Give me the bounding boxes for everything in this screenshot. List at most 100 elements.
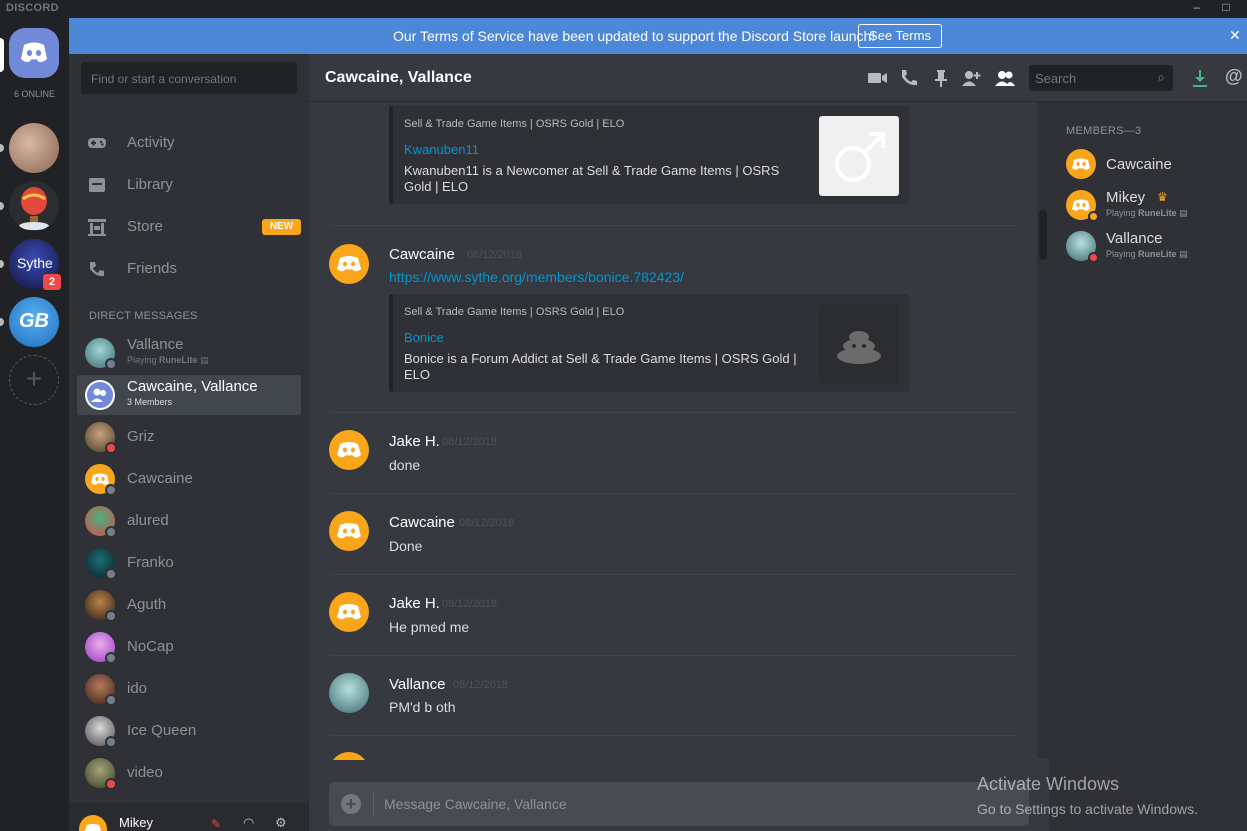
member-item-vallance[interactable]: Vallance Playing RuneLite ▤ bbox=[1057, 225, 1247, 265]
dm-item-video[interactable]: video bbox=[77, 753, 301, 793]
video-call-icon[interactable] bbox=[867, 67, 889, 89]
scrollbar-thumb[interactable] bbox=[1039, 210, 1047, 260]
attach-plus-icon[interactable]: + bbox=[341, 794, 361, 814]
message-divider bbox=[329, 574, 1017, 575]
group-icon bbox=[87, 382, 113, 408]
conversation-search-input[interactable]: Find or start a conversation bbox=[81, 62, 297, 94]
activity-prefix: Playing bbox=[1106, 249, 1136, 259]
message-group: Vallance 08/12/2018 PM'd b oth bbox=[309, 671, 1017, 731]
voice-call-icon[interactable] bbox=[898, 67, 920, 89]
nav-friends[interactable]: Friends bbox=[77, 250, 301, 288]
message-author[interactable]: Vallance bbox=[389, 676, 445, 693]
watermark-subtitle: Go to Settings to activate Windows. bbox=[977, 801, 1198, 817]
nav-store[interactable]: Store NEW bbox=[77, 208, 301, 246]
server-icon-gb[interactable]: GB bbox=[9, 297, 59, 347]
discord-default-avatar-icon bbox=[85, 823, 101, 831]
active-server-indicator bbox=[0, 38, 4, 72]
dm-item-franko[interactable]: Franko bbox=[77, 543, 301, 583]
message-link[interactable]: https://www.sythe.org/members/bonice.782… bbox=[389, 269, 684, 285]
member-list-icon[interactable] bbox=[994, 67, 1016, 89]
message-timestamp: 08/12/2018 bbox=[453, 679, 509, 691]
message-list: Sell & Trade Game Items | OSRS Gold | EL… bbox=[309, 102, 1037, 760]
member-item-cawcaine[interactable]: Cawcaine bbox=[1057, 143, 1247, 183]
username: Mikey bbox=[119, 815, 153, 830]
embed-thumbnail[interactable] bbox=[819, 116, 899, 196]
message-timestamp: 08/12/2018 bbox=[442, 436, 498, 448]
online-count: 6 ONLINE bbox=[13, 89, 55, 99]
add-friend-icon[interactable] bbox=[960, 67, 982, 89]
close-banner-icon[interactable]: ✕ bbox=[1229, 27, 1241, 44]
server-icon-2[interactable] bbox=[9, 181, 59, 231]
dm-name: ido bbox=[127, 680, 148, 697]
dm-item-griz[interactable]: Griz bbox=[77, 417, 301, 457]
nav-label: Friends bbox=[127, 260, 178, 277]
message-avatar[interactable] bbox=[329, 511, 369, 551]
chat-header: Cawcaine, Vallance Search ⌕ @ bbox=[309, 54, 1247, 102]
direct-messages-header: DIRECT MESSAGES bbox=[89, 310, 198, 322]
title-bar: DISCORD – □ bbox=[0, 0, 1247, 18]
dm-item-aguth[interactable]: Aguth bbox=[77, 585, 301, 625]
message-avatar[interactable] bbox=[329, 592, 369, 632]
headphones-icon[interactable]: ◠ bbox=[243, 815, 254, 831]
message-avatar-partial[interactable] bbox=[329, 752, 369, 760]
message-composer[interactable]: + Message Cawcaine, Vallance bbox=[329, 782, 1029, 826]
server-unread-pip bbox=[0, 202, 4, 210]
dm-item-group[interactable]: Cawcaine, Vallance 3 Members bbox=[77, 375, 301, 415]
message-author[interactable]: Jake H. bbox=[389, 433, 440, 450]
embed-title-link[interactable]: Kwanuben11 bbox=[404, 142, 479, 157]
embed-thumbnail[interactable] bbox=[819, 304, 899, 384]
message-author[interactable]: Cawcaine bbox=[389, 514, 455, 531]
message-author[interactable]: Jake H. bbox=[389, 595, 440, 612]
server-icon-1[interactable] bbox=[9, 123, 59, 173]
mentions-icon[interactable]: @ bbox=[1225, 66, 1243, 87]
scrollbar[interactable] bbox=[1037, 102, 1049, 758]
dm-name: Aguth bbox=[127, 596, 167, 613]
download-icon[interactable] bbox=[1189, 67, 1211, 89]
nav-activity[interactable]: Activity bbox=[77, 124, 301, 162]
dm-item-nocap[interactable]: NoCap bbox=[77, 627, 301, 667]
message-avatar[interactable] bbox=[329, 430, 369, 470]
embed-title-link[interactable]: Bonice bbox=[404, 330, 444, 345]
status-dot bbox=[105, 358, 117, 370]
settings-gear-icon[interactable]: ⚙ bbox=[275, 815, 287, 831]
message-author[interactable]: Cawcaine bbox=[389, 246, 455, 263]
status-dot bbox=[105, 484, 117, 496]
balloon-icon bbox=[19, 187, 49, 230]
dm-item-vallance[interactable]: Vallance Playing RuneLite ▤ bbox=[77, 333, 301, 373]
dm-item-cawcaine[interactable]: Cawcaine bbox=[77, 459, 301, 499]
friends-icon bbox=[90, 262, 104, 277]
home-button[interactable] bbox=[9, 28, 59, 78]
message-avatar[interactable] bbox=[329, 673, 369, 713]
server-list: 6 ONLINE Sythe 2 GB + bbox=[0, 18, 69, 831]
search-input[interactable]: Search ⌕ bbox=[1029, 65, 1173, 91]
message-avatar[interactable] bbox=[329, 244, 369, 284]
status-dot bbox=[1088, 252, 1099, 263]
member-avatar bbox=[1066, 149, 1096, 179]
link-embed: Sell & Trade Game Items | OSRS Gold | EL… bbox=[389, 106, 909, 204]
dm-name: Vallance bbox=[127, 336, 184, 353]
member-item-mikey[interactable]: Mikey ♛ Playing RuneLite ▤ bbox=[1057, 184, 1247, 224]
message-text: He pmed me bbox=[389, 619, 470, 635]
message-timestamp: 08/12/2018 bbox=[459, 517, 515, 529]
member-name: Mikey bbox=[1106, 189, 1146, 206]
dm-activity: Playing RuneLite ▤ bbox=[127, 355, 209, 365]
discord-default-avatar-icon bbox=[337, 256, 361, 272]
embed-provider: Sell & Trade Game Items | OSRS Gold | EL… bbox=[404, 118, 625, 130]
dm-item-ido[interactable]: ido bbox=[77, 669, 301, 709]
nav-library[interactable]: Library bbox=[77, 166, 301, 204]
dm-item-ice-queen[interactable]: Ice Queen bbox=[77, 711, 301, 751]
see-terms-button[interactable]: See Terms bbox=[858, 24, 942, 48]
pin-icon[interactable] bbox=[930, 67, 952, 89]
dm-item-alured[interactable]: alured bbox=[77, 501, 301, 541]
activate-windows-watermark: Activate Windows Go to Settings to activ… bbox=[977, 774, 1198, 817]
add-server-button[interactable]: + bbox=[9, 355, 59, 405]
message-input[interactable]: Message Cawcaine, Vallance bbox=[384, 796, 567, 812]
user-avatar[interactable] bbox=[79, 815, 107, 831]
new-badge: NEW bbox=[262, 219, 301, 235]
maximize-icon[interactable]: □ bbox=[1212, 0, 1240, 18]
channel-sidebar: Find or start a conversation Activity Li… bbox=[69, 54, 309, 831]
minimize-icon[interactable]: – bbox=[1183, 0, 1211, 18]
member-activity: Playing RuneLite ▤ bbox=[1106, 249, 1188, 259]
status-dot bbox=[105, 442, 117, 454]
mute-icon[interactable]: ✎ bbox=[211, 817, 221, 831]
